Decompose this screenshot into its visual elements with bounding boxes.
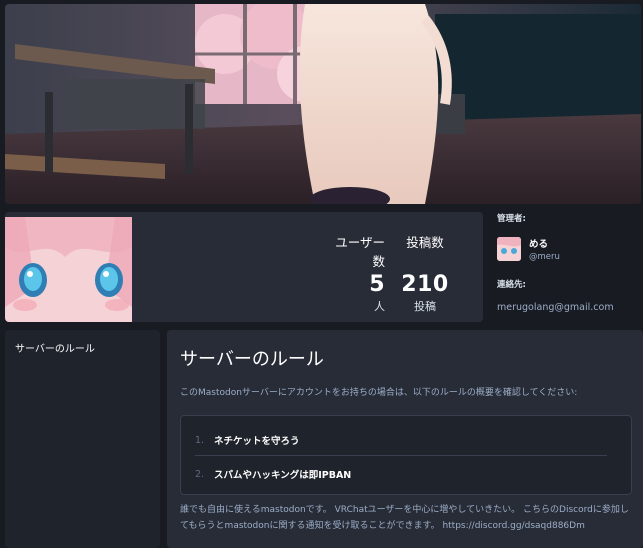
stats-group: ユーザー数 投稿数 5 210 人 投稿 (327, 232, 453, 314)
rule-text: ネチケットを守ろう (214, 436, 300, 447)
server-rules-panel: サーバーのルール このMastodonサーバーにアカウントをお持ちの場合は、以下… (167, 330, 643, 548)
server-description: 誰でも自由に使えるmastodonです。 VRChatユーザーを中心に増やしてい… (180, 505, 629, 531)
rule-number: 1. (195, 434, 205, 446)
posts-unit: 投稿 (414, 300, 436, 313)
rule-item: 2. スパムやハッキングは即IPBAN (195, 467, 352, 482)
posts-count: 210 (401, 272, 449, 297)
rules-list: 1. ネチケットを守ろう 2. スパムやハッキングは即IPBAN (180, 415, 632, 495)
server-stats-card: ユーザー数 投稿数 5 210 人 投稿 (5, 212, 483, 322)
admin-username[interactable]: @meru (529, 252, 560, 262)
posts-label: 投稿数 (406, 235, 444, 250)
server-info-sidebar: 管理者: める @meru 連絡先: merugolang@gmail.com (497, 212, 637, 313)
rule-divider (195, 455, 607, 456)
about-navigation: サーバーのルール (5, 330, 160, 548)
rule-item: 1. ネチケットを守ろう (195, 433, 300, 448)
classroom-illustration (5, 4, 641, 204)
rule-number: 2. (195, 468, 205, 480)
admin-display-name[interactable]: める (529, 236, 560, 250)
rules-intro: このMastodonサーバーにアカウントをお持ちの場合は、以下のルールの概要を確… (180, 388, 578, 398)
nav-item-server-rules[interactable]: サーバーのルール (5, 330, 160, 365)
admin-account[interactable]: める @meru (497, 236, 637, 262)
users-unit: 人 (374, 300, 385, 313)
admin-heading: 管理者: (497, 214, 526, 224)
rule-text: スパムやハッキングは即IPBAN (214, 470, 352, 481)
users-count: 5 (369, 272, 385, 297)
users-label: ユーザー数 (335, 235, 385, 269)
contact-heading: 連絡先: (497, 280, 526, 290)
server-thumbnail (5, 217, 132, 322)
avatar-image (497, 237, 521, 261)
admin-avatar[interactable] (497, 237, 521, 261)
hero-banner (5, 4, 641, 204)
panel-title: サーバーのルール (180, 349, 324, 370)
contact-email[interactable]: merugolang@gmail.com (497, 302, 637, 313)
